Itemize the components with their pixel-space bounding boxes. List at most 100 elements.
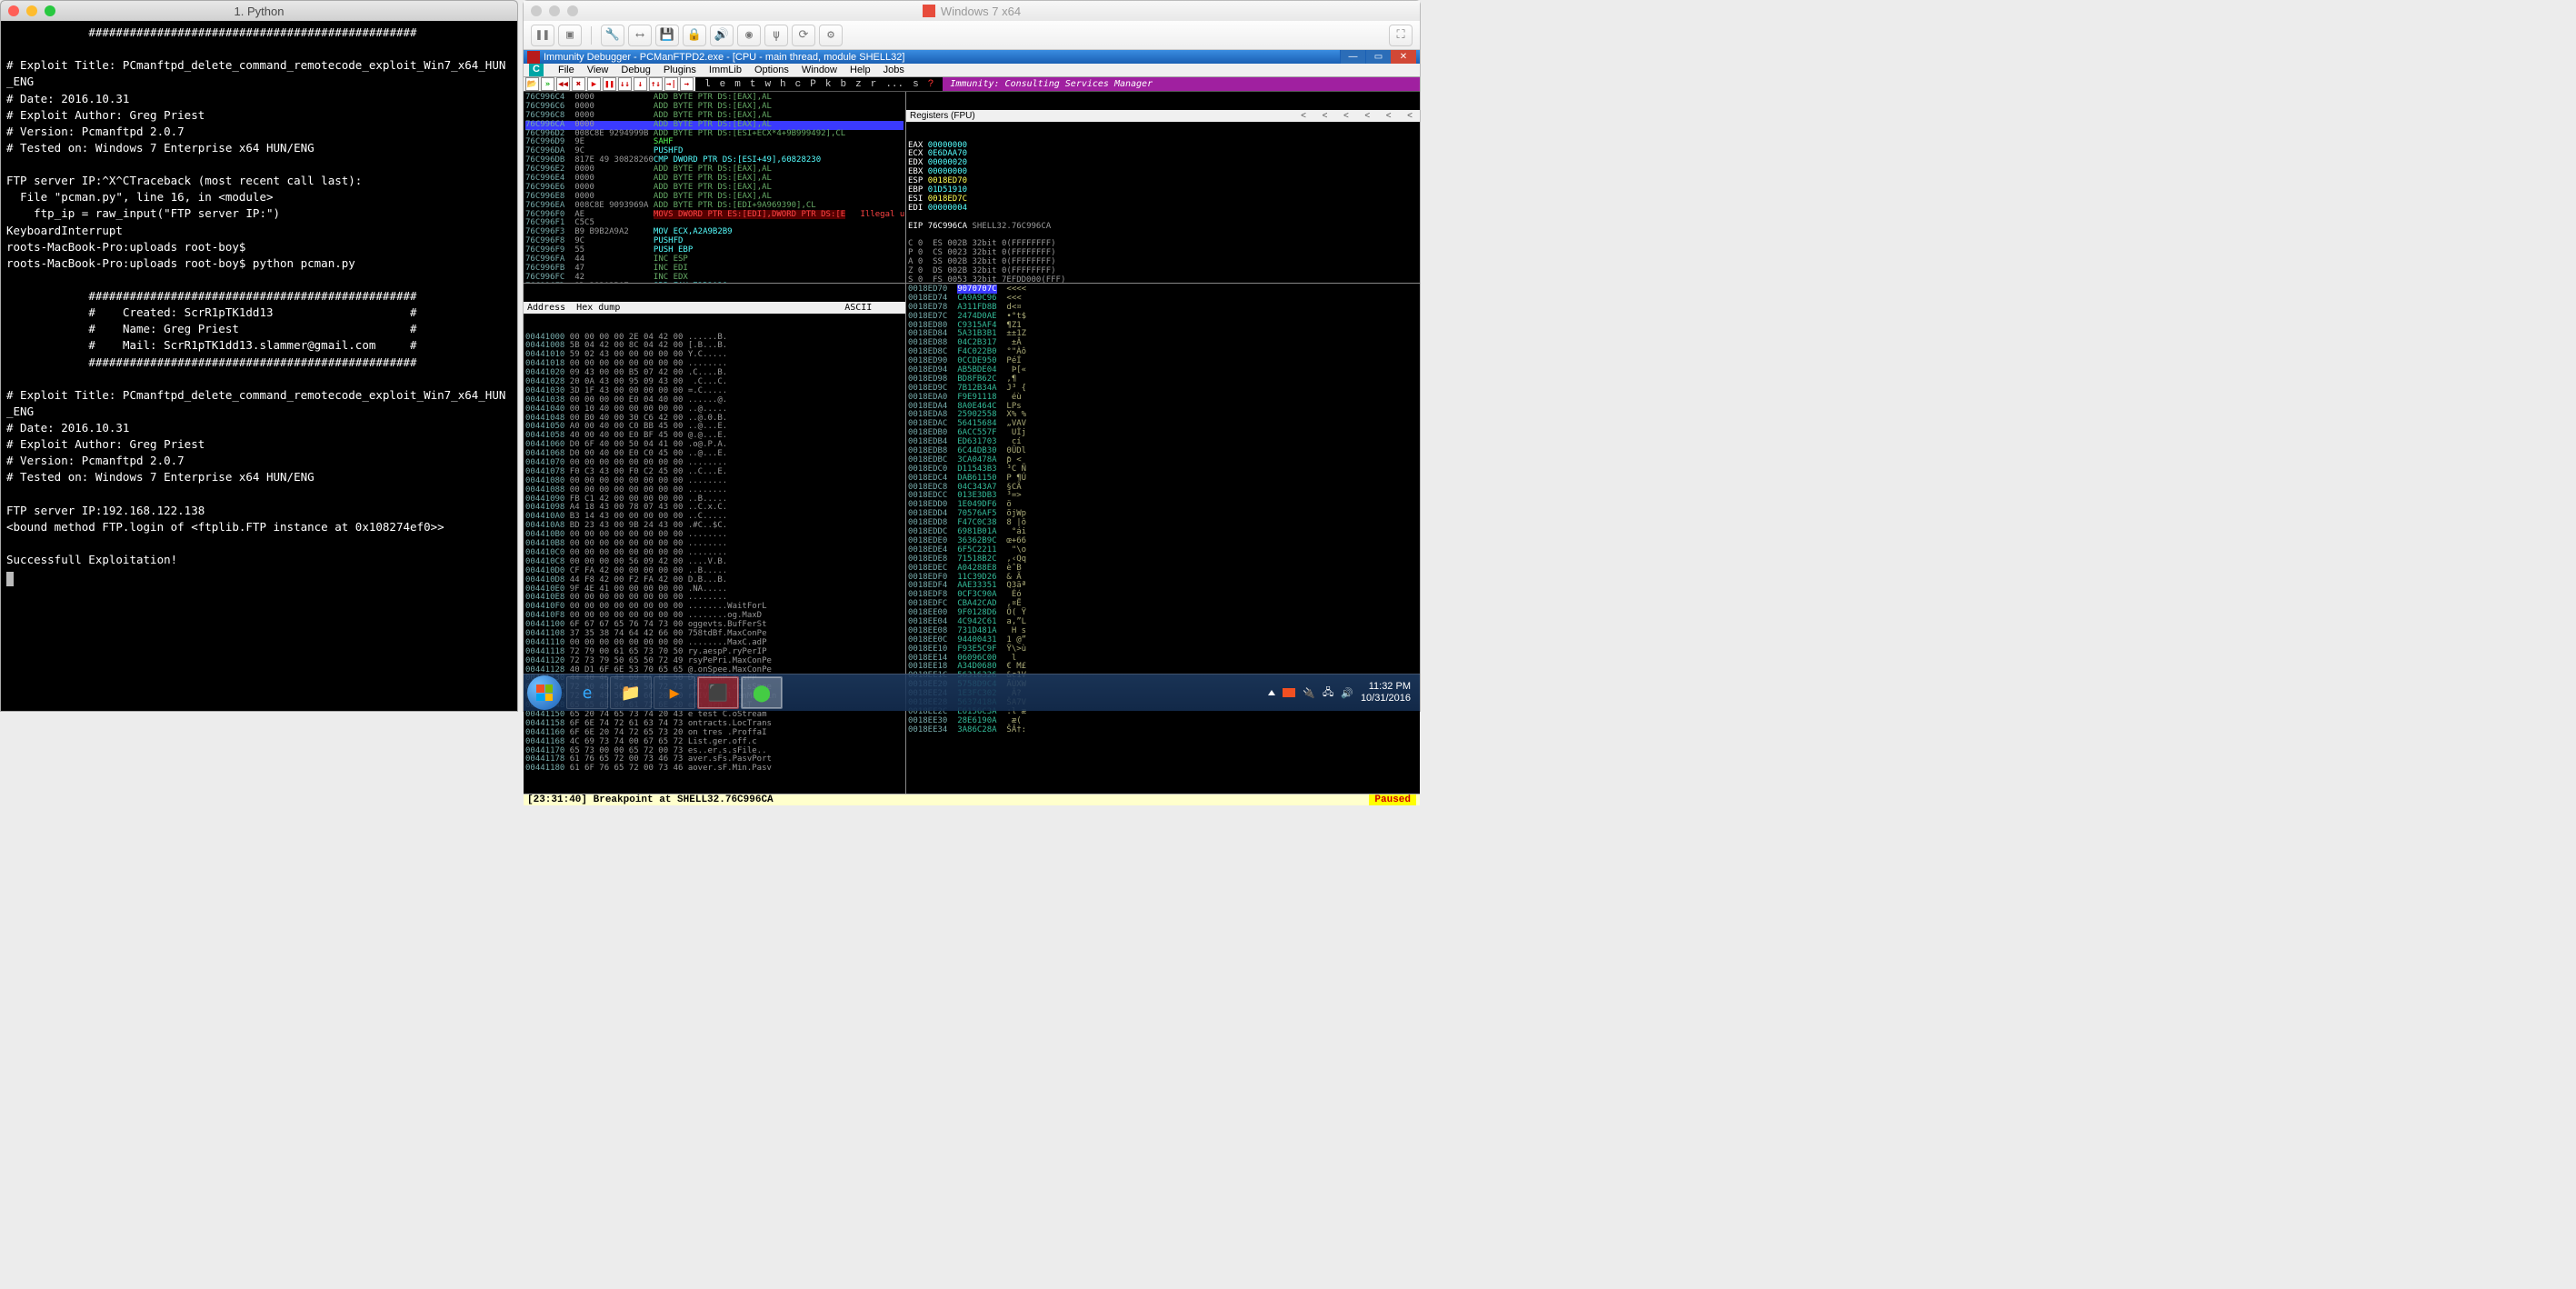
windows-icon [923, 5, 935, 17]
sync-button[interactable]: ⟳ [792, 25, 815, 46]
menu-file[interactable]: File [558, 65, 574, 75]
power-icon[interactable]: 🔌 [1303, 687, 1315, 699]
close-button[interactable]: ✕ [1391, 50, 1416, 64]
disk-button[interactable]: 💾 [655, 25, 679, 46]
view-s[interactable]: s [913, 79, 919, 90]
view-t[interactable]: t [750, 79, 756, 90]
tools-button[interactable]: ⚙ [819, 25, 843, 46]
disassembly-pane[interactable]: 76C996C4 0000 ADD BYTE PTR DS:[EAX],AL76… [524, 92, 905, 283]
view-buttons: l e m t w h c P k b z r ... s ? [695, 79, 943, 90]
menu-debug[interactable]: Debug [621, 65, 650, 75]
view-z[interactable]: z [855, 79, 862, 90]
usb-button[interactable]: ψ [764, 25, 788, 46]
status-message: [23:31:40] Breakpoint at SHELL32.76C996C… [527, 794, 774, 805]
python-icon[interactable]: » [541, 77, 554, 91]
sound-button[interactable]: 🔊 [710, 25, 734, 46]
ie-button[interactable]: e [566, 676, 608, 709]
registers-header: Registers (FPU) < < < < < < [906, 110, 1420, 122]
show-hidden-icon[interactable] [1268, 690, 1275, 695]
view-k[interactable]: k [825, 79, 832, 90]
cursor-icon [6, 572, 14, 586]
terminal-window: 1. Python ##############################… [0, 0, 518, 712]
immdbg-toolbar: 📂 » ◀◀ ✖ ▶ ❚❚ ↓↓ ↓ ↑↓ →| → l e m t [524, 77, 1420, 92]
menu-jobs[interactable]: Jobs [884, 65, 904, 75]
step-into-icon[interactable]: ↓↓ [618, 77, 632, 91]
volume-icon[interactable]: 🔊 [1341, 687, 1353, 699]
run-till-icon[interactable]: →| [664, 77, 678, 91]
terminal-title: 1. Python [1, 5, 517, 18]
view-r[interactable]: r [871, 79, 877, 90]
view-e[interactable]: e [720, 79, 726, 90]
vm-title: Windows 7 x64 [524, 5, 1420, 18]
view-more[interactable]: ... [885, 79, 904, 90]
separator [591, 26, 592, 45]
start-button[interactable] [527, 675, 562, 710]
open-icon[interactable]: 📂 [525, 77, 539, 91]
wmp-button[interactable]: ▶ [654, 676, 695, 709]
immdbg-task-button[interactable]: ⬛ [697, 676, 739, 709]
maximize-button[interactable]: ▭ [1365, 50, 1391, 64]
explorer-button[interactable]: 📁 [610, 676, 652, 709]
view-l[interactable]: l [704, 79, 711, 90]
fullscreen-button[interactable]: ⛶ [1389, 25, 1413, 46]
lock-button[interactable]: 🔒 [683, 25, 706, 46]
view-h[interactable]: h [780, 79, 786, 90]
immdbg-icon [527, 51, 540, 64]
menu-window[interactable]: Window [802, 65, 837, 75]
windows-logo-icon [536, 684, 553, 701]
immdbg-titlebar[interactable]: Immunity Debugger - PCManFTPD2.exe - [CP… [524, 50, 1420, 64]
goto-icon[interactable]: → [680, 77, 694, 91]
scroll-arrows-icon[interactable]: < < < < < < [1301, 111, 1416, 121]
immdbg-title-label: Immunity Debugger - PCManFTPD2.exe - [CP… [544, 52, 904, 63]
action-center-icon[interactable] [1283, 688, 1295, 697]
immunity-debugger-window: Immunity Debugger - PCManFTPD2.exe - [CP… [524, 50, 1420, 674]
hexdump-pane[interactable]: Address Hex dump ASCII 00441000 00 00 00… [524, 284, 905, 794]
menu-plugins[interactable]: Plugins [664, 65, 696, 75]
guest-desktop: Immunity Debugger - PCManFTPD2.exe - [CP… [524, 50, 1420, 711]
clock[interactable]: 11:32 PM 10/31/2016 [1361, 681, 1411, 704]
fit-button[interactable]: ⟷ [628, 25, 652, 46]
pause-vm-button[interactable]: ❚❚ [531, 25, 554, 46]
registers-title: Registers (FPU) [910, 111, 975, 121]
terminal-output[interactable]: ########################################… [1, 21, 517, 572]
rewind-icon[interactable]: ◀◀ [556, 77, 570, 91]
hexdump-header: Address Hex dump ASCII [524, 302, 905, 314]
vm-toolbar: ❚❚ ▣ 🔧 ⟷ 💾 🔒 🔊 ◉ ψ ⟳ ⚙ ⛶ [524, 21, 1420, 50]
vm-titlebar[interactable]: Windows 7 x64 [524, 1, 1420, 21]
view-w[interactable]: w [764, 79, 771, 90]
terminal-titlebar[interactable]: 1. Python [1, 1, 517, 21]
snapshot-button[interactable]: ▣ [558, 25, 582, 46]
clock-time: 11:32 PM [1361, 681, 1411, 693]
settings-button[interactable]: 🔧 [601, 25, 624, 46]
view-c[interactable]: c [795, 79, 802, 90]
camera-button[interactable]: ◉ [737, 25, 761, 46]
menu-options[interactable]: Options [754, 65, 789, 75]
pause-icon[interactable]: ❚❚ [603, 77, 616, 91]
play-icon[interactable]: ▶ [587, 77, 601, 91]
stack-pane[interactable]: 0018ED70 9070707C <<<<0018ED74 CA9A9C96 … [906, 284, 1420, 794]
stop-icon[interactable]: ✖ [572, 77, 585, 91]
mdi-restore-icon[interactable]: C [529, 64, 544, 76]
view-P[interactable]: P [810, 79, 816, 90]
vm-title-label: Windows 7 x64 [941, 5, 1021, 18]
registers-pane[interactable]: Registers (FPU) < < < < < < EAX 00000000… [906, 92, 1420, 283]
view-b[interactable]: b [840, 79, 846, 90]
paused-indicator: Paused [1369, 794, 1416, 805]
menu-help[interactable]: Help [850, 65, 871, 75]
step-over-icon[interactable]: ↓ [634, 77, 647, 91]
vm-window: Windows 7 x64 ❚❚ ▣ 🔧 ⟷ 💾 🔒 🔊 ◉ ψ ⟳ ⚙ ⛶ I… [523, 0, 1421, 712]
menu-immlib[interactable]: ImmLib [709, 65, 742, 75]
immdbg-menubar: C File View Debug Plugins ImmLib Options… [524, 64, 1420, 77]
brand-banner[interactable]: Immunity: Consulting Services Manager [943, 77, 1420, 91]
clock-date: 10/31/2016 [1361, 693, 1411, 704]
view-m[interactable]: m [734, 79, 741, 90]
windows-taskbar: e 📁 ▶ ⬛ ⬤ 🔌 🖧 🔊 11:32 PM 10/31/2016 [524, 674, 1420, 711]
system-tray: 🔌 🖧 🔊 11:32 PM 10/31/2016 [1268, 681, 1416, 704]
status-bar: [23:31:40] Breakpoint at SHELL32.76C996C… [524, 794, 1420, 805]
network-icon[interactable]: 🖧 [1323, 684, 1333, 702]
step-out-icon[interactable]: ↑↓ [649, 77, 663, 91]
help-icon[interactable]: ? [928, 79, 934, 90]
minimize-button[interactable]: — [1340, 50, 1365, 64]
menu-view[interactable]: View [587, 65, 609, 75]
pcman-task-button[interactable]: ⬤ [741, 676, 783, 709]
